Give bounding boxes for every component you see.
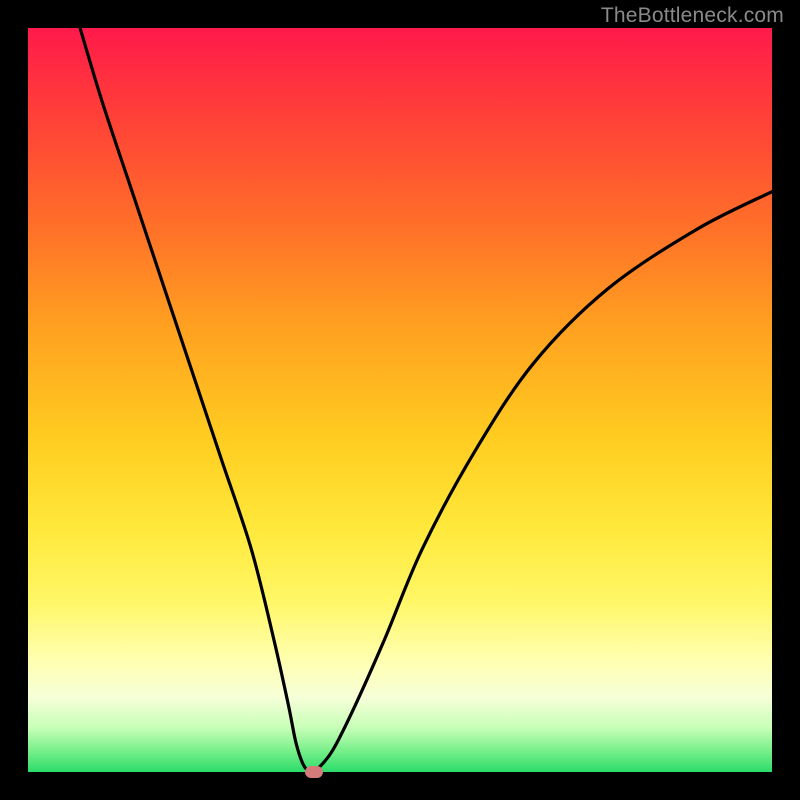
bottleneck-curve	[28, 28, 772, 772]
plot-area	[28, 28, 772, 772]
optimal-marker	[305, 766, 323, 778]
watermark-text: TheBottleneck.com	[601, 4, 784, 28]
chart-frame: TheBottleneck.com	[0, 0, 800, 800]
